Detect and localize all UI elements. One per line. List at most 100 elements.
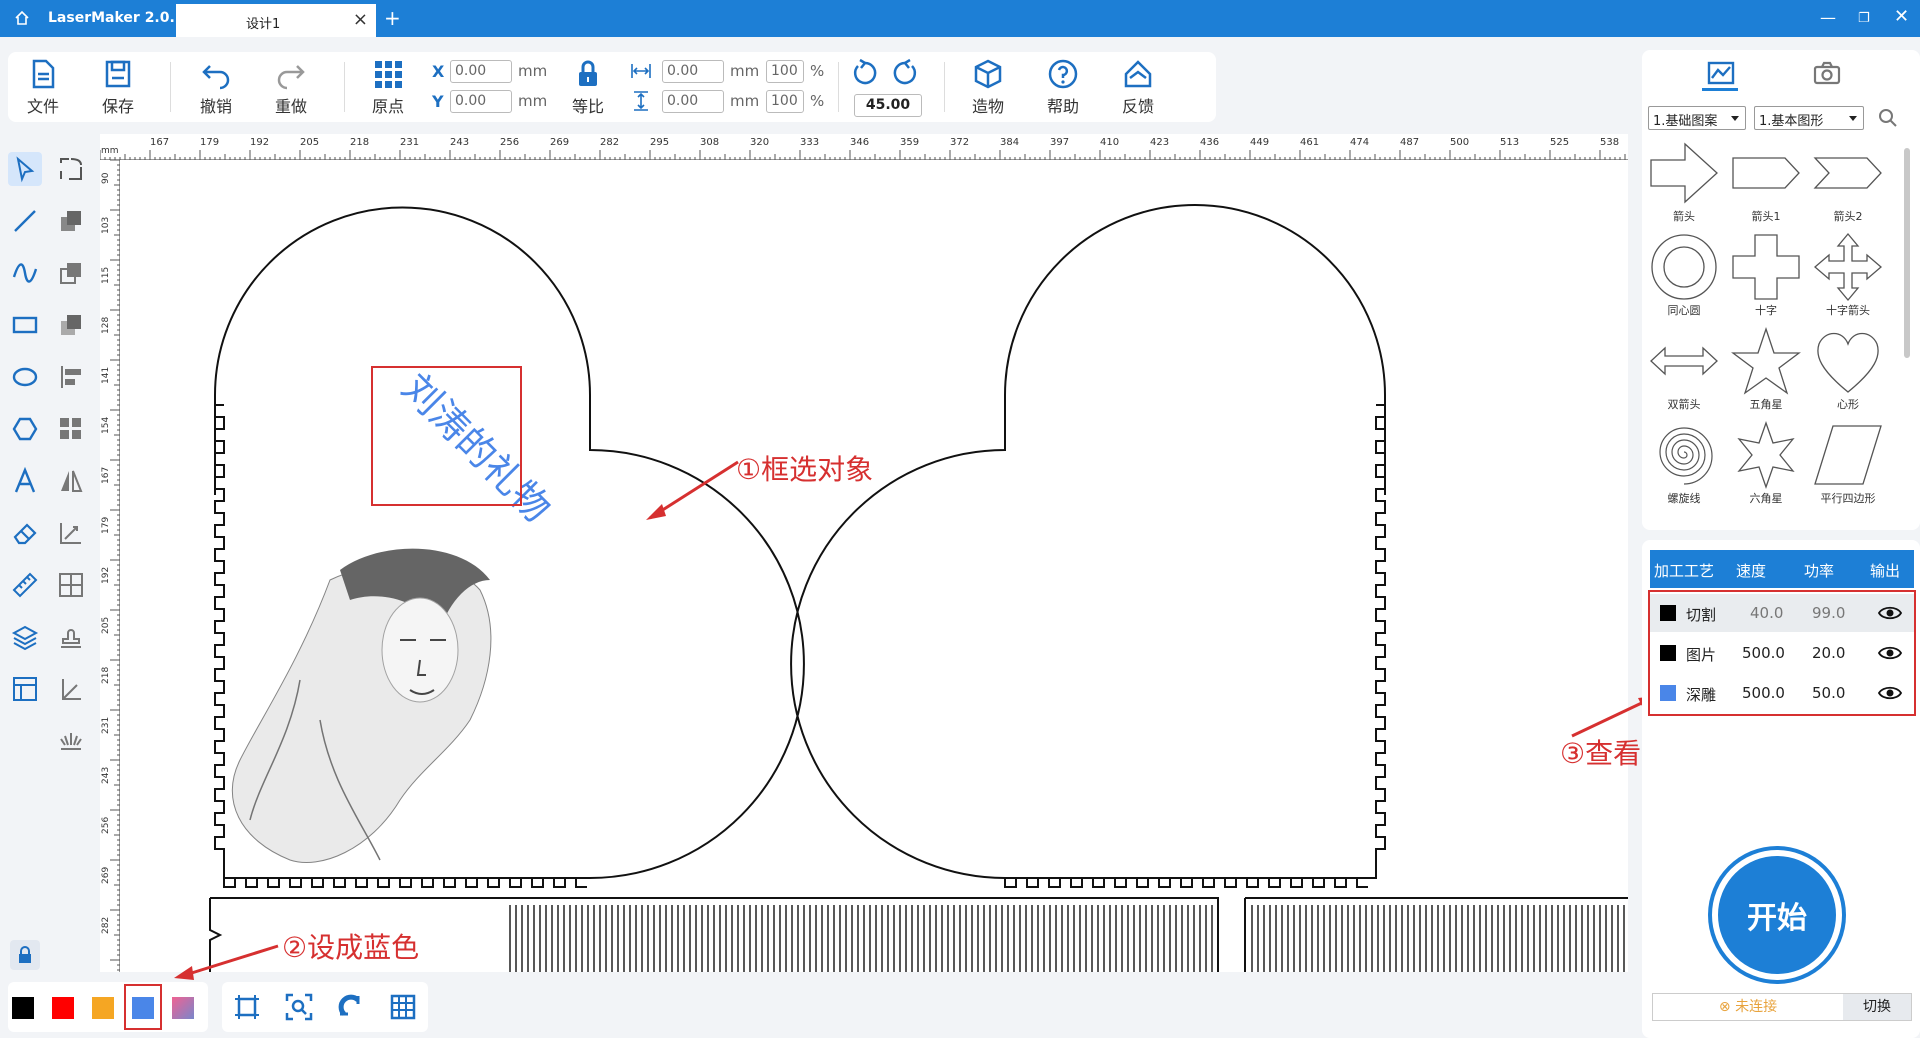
width-input[interactable]: 0.00 (662, 60, 724, 83)
align-tool[interactable] (54, 360, 88, 394)
ellipse-tool[interactable] (8, 360, 42, 394)
right-cut-outline[interactable] (790, 204, 1386, 879)
polygon-tool[interactable] (8, 412, 42, 446)
height-percent-input[interactable]: 100 (766, 90, 804, 113)
black-swatch[interactable] (12, 997, 34, 1019)
top-ruler-minor-ticks (100, 150, 1626, 160)
rectangle-icon (12, 316, 38, 334)
subtract-tool[interactable] (54, 256, 88, 290)
save-button[interactable]: 保存 (88, 58, 148, 117)
help-button[interactable]: 帮助 (1033, 58, 1093, 117)
width-percent-input[interactable]: 100 (766, 60, 804, 83)
connection-status[interactable]: ⊗ 未连接 (1653, 994, 1843, 1020)
shape-arrow2[interactable]: 箭头2 (1808, 138, 1888, 228)
parameters-highlight-box (1648, 590, 1916, 716)
distribute-tool[interactable] (54, 568, 88, 602)
path-tool[interactable] (54, 672, 88, 706)
orange-swatch[interactable] (92, 997, 114, 1019)
file-button[interactable]: 文件 (13, 58, 73, 117)
close-window-icon[interactable]: ✕ (1894, 6, 1909, 27)
intersect-tool[interactable] (54, 308, 88, 342)
top-ruler-label: 346 (850, 137, 869, 148)
array-tool[interactable] (54, 516, 88, 550)
category-select[interactable]: 1.基础图案 (1648, 106, 1746, 130)
width-icon (631, 64, 651, 78)
stamp-tool[interactable] (54, 620, 88, 654)
subtract-icon (60, 263, 81, 284)
shape-heart[interactable]: 心形 (1808, 326, 1888, 416)
group-tool[interactable] (54, 412, 88, 446)
eraser-icon (13, 523, 37, 545)
y-position-input[interactable]: 0.00 (450, 90, 512, 113)
shape-arrow1[interactable]: 箭头1 (1726, 138, 1806, 228)
rectangle-tool[interactable] (8, 308, 42, 342)
canvas-lock-button[interactable] (10, 940, 40, 970)
union-tool[interactable] (54, 204, 88, 238)
step1-annotation: ①框选对象 (736, 453, 874, 486)
height-input[interactable]: 0.00 (662, 90, 724, 113)
top-ruler-label: 167 (150, 137, 169, 148)
line-tool[interactable] (8, 204, 42, 238)
feedback-button[interactable]: 反馈 (1108, 58, 1168, 117)
measure-tool[interactable] (8, 568, 42, 602)
fit-canvas-icon[interactable] (232, 992, 262, 1022)
shape-double-arrow[interactable]: 双箭头 (1644, 326, 1724, 416)
width-percent-sign: % (810, 62, 825, 80)
shape-spiral[interactable]: 螺旋线 (1644, 420, 1724, 510)
redo-button[interactable]: 重做 (261, 58, 321, 117)
shape-arrow[interactable]: 箭头 (1644, 138, 1724, 228)
home-icon[interactable] (14, 10, 30, 26)
design-canvas[interactable]: 刘涛的礼物 (120, 160, 1628, 972)
shape-library-tab-icon[interactable] (1706, 58, 1736, 88)
magnet-icon[interactable] (336, 992, 366, 1022)
camera-icon[interactable] (1812, 58, 1842, 88)
save-label: 保存 (101, 97, 134, 116)
undo-button[interactable]: 撤销 (186, 58, 246, 117)
search-icon[interactable] (1878, 108, 1898, 128)
text-tool[interactable] (8, 464, 42, 498)
subcategory-select[interactable]: 1.基本图形 (1754, 106, 1864, 130)
eraser-tool[interactable] (8, 516, 42, 550)
rotate-left-icon[interactable] (850, 58, 880, 88)
top-ruler-label: 474 (1350, 137, 1369, 148)
origin-button[interactable]: 原点 (358, 58, 418, 117)
gradient-swatch[interactable] (172, 997, 194, 1019)
shape-star5[interactable]: 五角星 (1726, 326, 1806, 416)
grid-icon[interactable] (388, 992, 418, 1022)
shape-star6[interactable]: 六角星 (1726, 420, 1806, 510)
shape-cross-arrow[interactable]: 十字箭头 (1808, 232, 1888, 322)
shape-concentric[interactable]: 同心圆 (1644, 232, 1724, 322)
shape-arrow-label: 箭头 (1673, 210, 1695, 223)
switch-button[interactable]: 切换 (1843, 994, 1911, 1020)
node-edit-tool[interactable] (54, 152, 88, 186)
start-button[interactable]: 开始 (1712, 850, 1842, 980)
library-scrollbar[interactable] (1904, 148, 1910, 358)
rotate-angle-input[interactable]: 45.00 (854, 94, 922, 117)
layers-tool[interactable] (8, 620, 42, 654)
arrow1-shape-icon (1732, 157, 1800, 189)
new-tab-icon[interactable]: + (384, 6, 401, 30)
header-speed: 速度 (1736, 562, 1767, 580)
shape-cross[interactable]: 十字 (1726, 232, 1806, 322)
build-button[interactable]: 造物 (958, 58, 1018, 117)
select-tool[interactable] (8, 152, 42, 186)
document-tab[interactable]: 设计1 × (176, 4, 376, 37)
mirror-tool[interactable] (54, 464, 88, 498)
zoom-selection-icon[interactable] (284, 992, 314, 1022)
proportional-lock-button[interactable]: 等比 (558, 58, 618, 117)
shape-parallelogram[interactable]: 平行四边形 (1808, 420, 1888, 510)
red-swatch[interactable] (52, 997, 74, 1019)
layout-tool[interactable] (8, 672, 42, 706)
minimize-icon[interactable]: — (1820, 8, 1836, 27)
bottom-strip-left (209, 897, 1628, 972)
main-toolbar: 文件 保存 撤销 重做 原点 X Y 0.00 0.00 mm mm 等比 0.… (8, 52, 1216, 122)
laser-tool[interactable] (54, 724, 88, 758)
y-unit: mm (518, 92, 548, 110)
toolbar-divider (170, 62, 171, 112)
rotate-right-icon[interactable] (890, 58, 920, 88)
curve-tool[interactable] (8, 256, 42, 290)
x-position-input[interactable]: 0.00 (450, 60, 512, 83)
maximize-icon[interactable]: ❐ (1858, 11, 1870, 26)
close-tab-icon[interactable]: × (353, 9, 368, 30)
portrait-sketch[interactable] (231, 548, 492, 863)
